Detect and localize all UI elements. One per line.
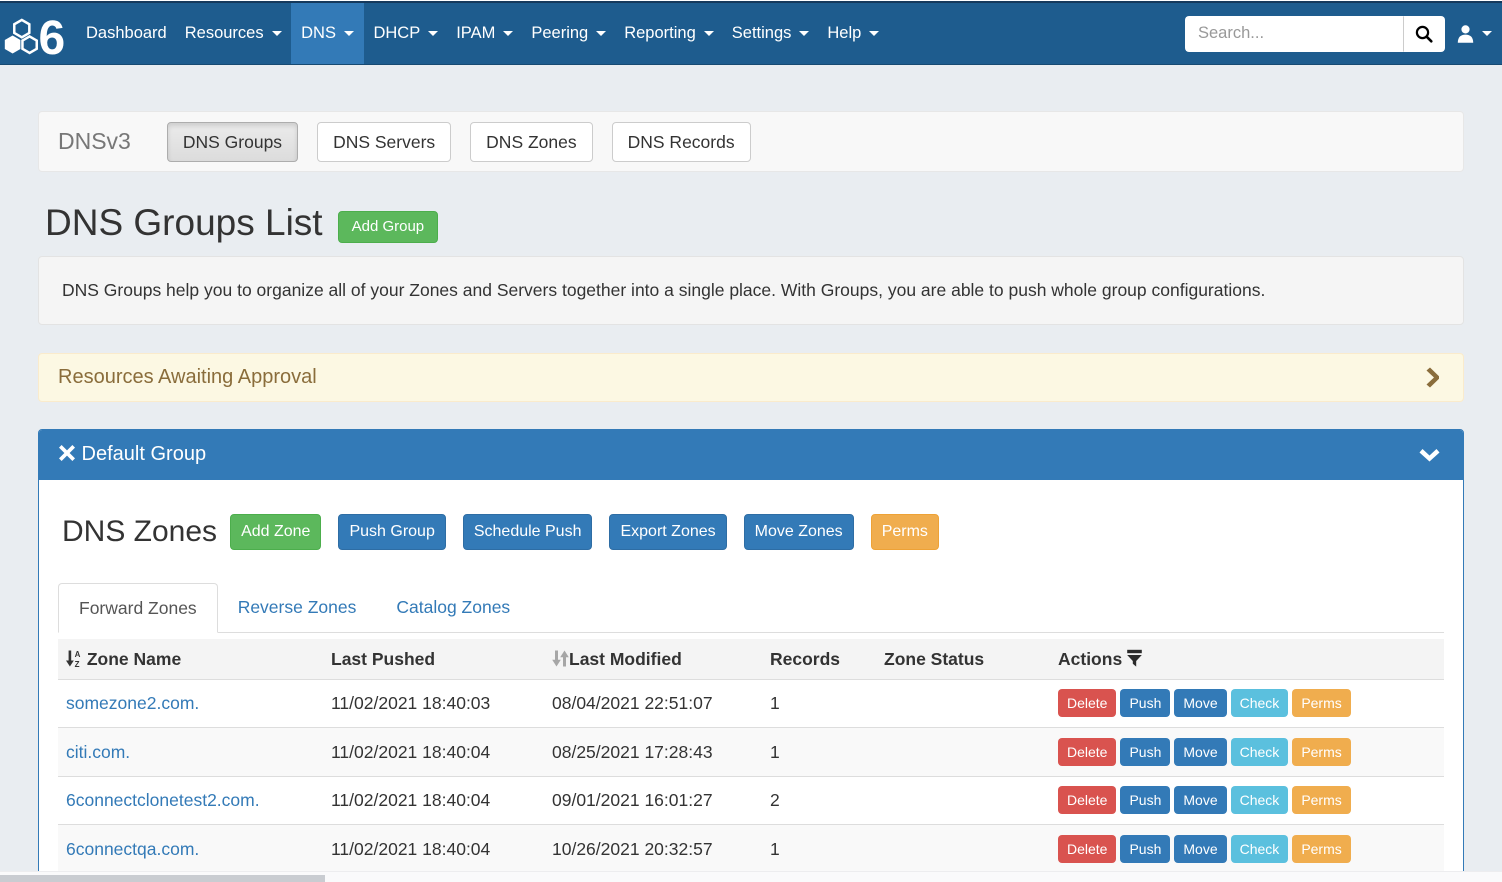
svg-text:6: 6: [39, 12, 66, 65]
svg-text:A: A: [75, 650, 81, 659]
svg-text:Z: Z: [75, 659, 80, 666]
